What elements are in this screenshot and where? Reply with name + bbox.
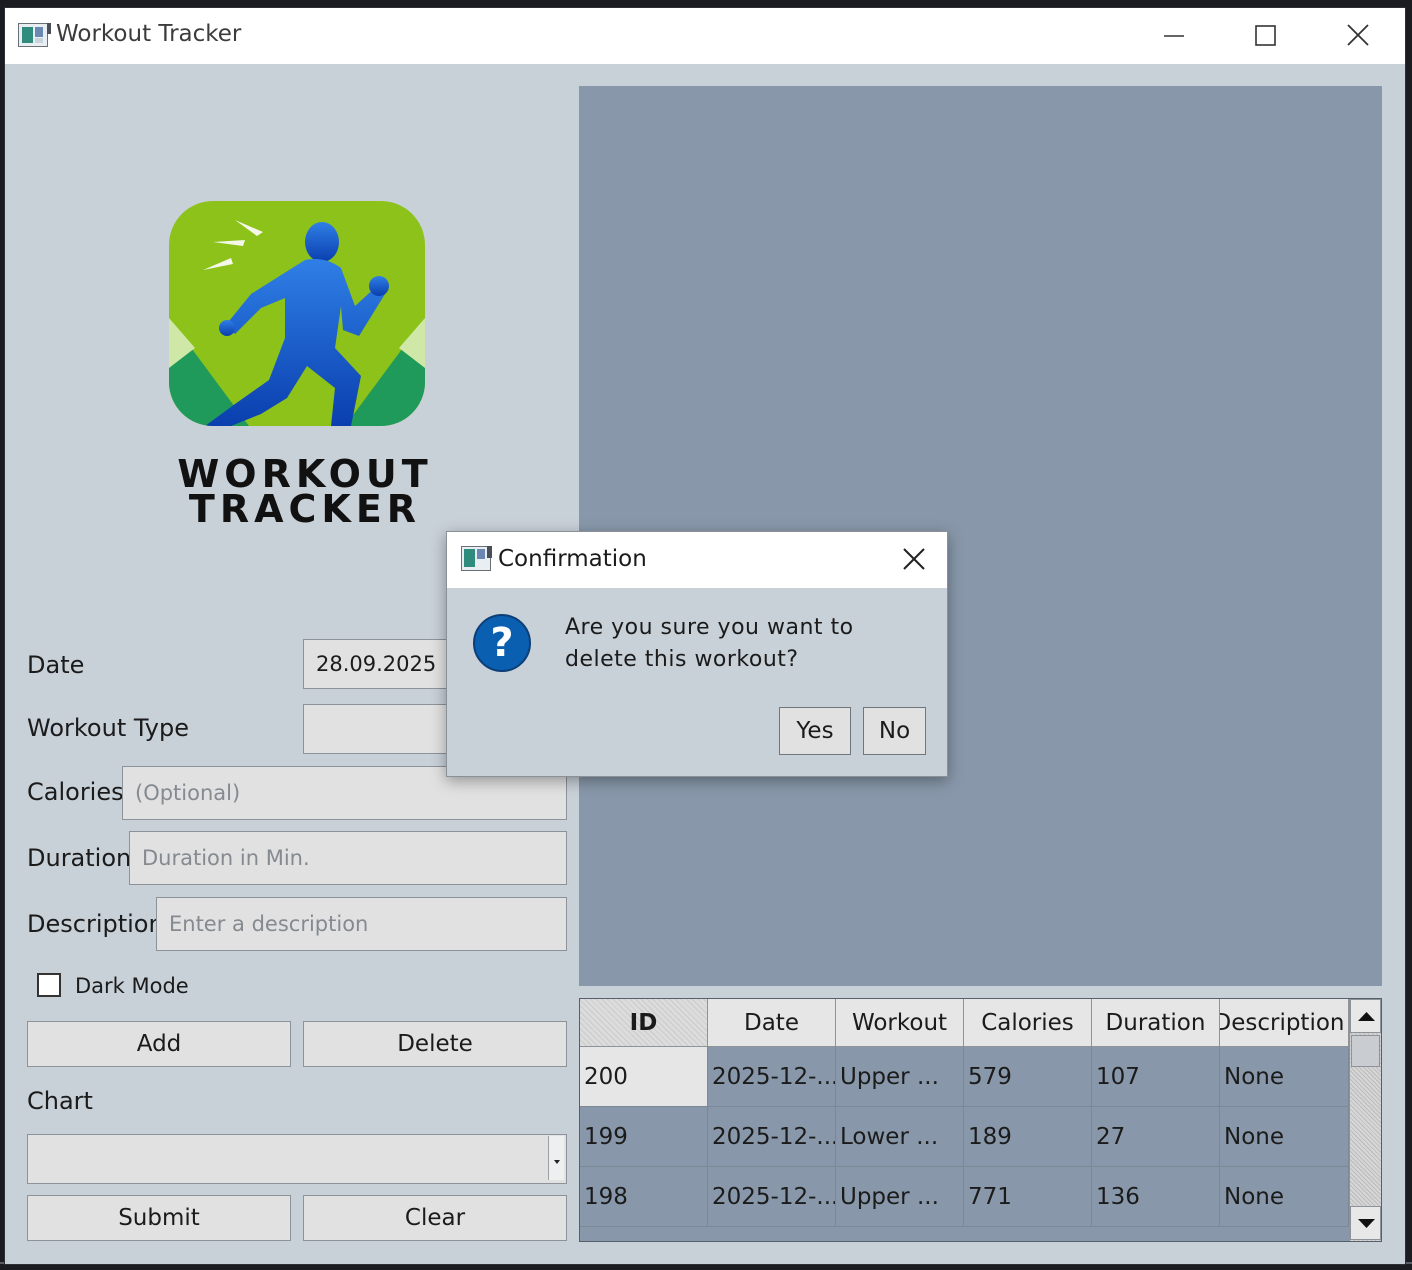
logo-text-line2: TRACKER <box>188 487 422 531</box>
dark-mode-checkbox[interactable] <box>37 973 61 997</box>
table-cell[interactable]: 2025-12-... <box>708 1167 836 1227</box>
dialog-close-button[interactable] <box>897 544 931 576</box>
column-header-calories[interactable]: Calories <box>964 999 1092 1047</box>
column-header-id[interactable]: ID <box>580 999 708 1047</box>
dialog-title: Confirmation <box>498 546 647 572</box>
chevron-down-icon <box>554 1160 560 1164</box>
delete-button[interactable]: Delete <box>303 1021 567 1067</box>
calories-label: Calories <box>27 778 124 806</box>
title-bar[interactable]: Workout Tracker <box>5 8 1405 64</box>
chart-select-arrow[interactable] <box>548 1136 564 1180</box>
close-icon <box>903 548 925 570</box>
table-cell[interactable]: 579 <box>964 1047 1092 1107</box>
column-header-workout[interactable]: Workout <box>836 999 964 1047</box>
date-label: Date <box>27 651 85 679</box>
workout-table[interactable]: ID Date Workout Calories Duration Descri… <box>579 998 1382 1242</box>
column-header-duration[interactable]: Duration <box>1092 999 1220 1047</box>
scroll-up-button[interactable] <box>1350 999 1381 1033</box>
table-cell[interactable]: 136 <box>1092 1167 1220 1227</box>
table-scrollbar[interactable] <box>1349 999 1381 1241</box>
table-cell[interactable]: Upper ... <box>836 1047 964 1107</box>
dialog-app-icon <box>461 546 493 576</box>
table-cell[interactable]: None <box>1220 1047 1349 1107</box>
arrow-up-icon <box>1358 1012 1375 1021</box>
add-button[interactable]: Add <box>27 1021 291 1067</box>
table-cell[interactable]: 107 <box>1092 1047 1220 1107</box>
table-cell[interactable]: Upper ... <box>836 1167 964 1227</box>
table-cell[interactable]: 771 <box>964 1167 1092 1227</box>
dialog-title-bar[interactable]: Confirmation <box>447 532 947 588</box>
close-icon <box>1347 24 1369 46</box>
duration-label: Duration <box>27 844 132 872</box>
no-button[interactable]: No <box>863 707 926 755</box>
chart-label: Chart <box>27 1087 93 1115</box>
table-cell[interactable]: 2025-12-... <box>708 1107 836 1167</box>
table-cell[interactable]: None <box>1220 1167 1349 1227</box>
arrow-down-icon <box>1358 1219 1375 1228</box>
table-cell[interactable]: Lower ... <box>836 1107 964 1167</box>
column-header-date[interactable]: Date <box>708 999 836 1047</box>
runner-logo-icon <box>169 201 425 426</box>
workout-type-label: Workout Type <box>27 714 189 742</box>
close-button[interactable] <box>1327 16 1387 56</box>
clear-button[interactable]: Clear <box>303 1195 567 1241</box>
table-cell[interactable]: 189 <box>964 1107 1092 1167</box>
minimize-icon <box>1164 35 1184 37</box>
chart-select[interactable] <box>27 1134 567 1184</box>
confirmation-dialog: Confirmation ? Are you sure you want to … <box>446 531 948 777</box>
scroll-thumb[interactable] <box>1351 1035 1380 1067</box>
minimize-button[interactable] <box>1144 16 1204 56</box>
table-cell[interactable]: 2025-12-... <box>708 1047 836 1107</box>
table-cell[interactable]: 27 <box>1092 1107 1220 1167</box>
submit-button[interactable]: Submit <box>27 1195 291 1241</box>
description-input[interactable] <box>156 897 567 951</box>
column-header-description[interactable]: Description <box>1220 999 1349 1047</box>
dialog-message: Are you sure you want to delete this wor… <box>565 615 854 672</box>
app-icon <box>18 23 51 47</box>
maximize-button[interactable] <box>1235 16 1295 56</box>
question-icon: ? <box>473 614 531 672</box>
dark-mode-label[interactable]: Dark Mode <box>75 974 189 998</box>
table-cell[interactable]: 198 <box>580 1167 708 1227</box>
yes-button[interactable]: Yes <box>779 707 851 755</box>
table-cell[interactable]: 199 <box>580 1107 708 1167</box>
app-logo: WORKOUT TRACKER <box>165 198 445 528</box>
duration-input[interactable] <box>129 831 567 885</box>
description-label: Description <box>27 910 164 938</box>
window-title: Workout Tracker <box>56 21 242 47</box>
maximize-icon <box>1255 25 1276 46</box>
table-cell[interactable]: 200 <box>580 1047 708 1107</box>
scroll-down-button[interactable] <box>1350 1206 1381 1240</box>
table-cell[interactable]: None <box>1220 1107 1349 1167</box>
